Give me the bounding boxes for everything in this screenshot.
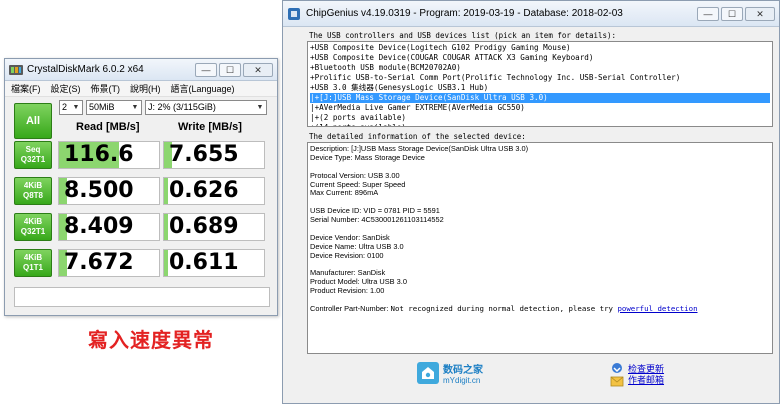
cg-footer: 数码之家 mYdigit.cn 检查更新 作者邮箱 bbox=[307, 357, 773, 397]
test-label-line1: 4KiB bbox=[23, 181, 43, 190]
detail-line: Serial Number: 4C530001261103114552 bbox=[310, 215, 444, 225]
cdm-title-bar[interactable]: CrystalDiskMark 6.0.2 x64 — ☐ ✕ bbox=[5, 59, 277, 81]
device-list[interactable]: +USB Composite Device(Logitech G102 Prod… bbox=[307, 41, 773, 127]
device-list-item[interactable]: +USB 3.0 集线器(GenesysLogic USB3.1 Hub) bbox=[310, 83, 770, 93]
test-label-line2: Q8T8 bbox=[22, 191, 43, 200]
mydigit-brand[interactable]: 数码之家 mYdigit.cn bbox=[417, 361, 483, 385]
menu-file[interactable]: 檔案(F) bbox=[11, 82, 41, 95]
test-label-line2: Q32T1 bbox=[20, 155, 46, 164]
test-label-line1: 4KiB bbox=[23, 253, 43, 262]
menu-language[interactable]: 語言(Language) bbox=[171, 82, 235, 95]
write-value: 7.655 bbox=[169, 142, 239, 167]
test-size-select[interactable]: 50MiB ▼ bbox=[86, 100, 142, 115]
read-result-3: 8.409 bbox=[58, 213, 160, 241]
write-result-3: 0.689 bbox=[163, 213, 265, 241]
cg-maximize-button[interactable]: ☐ bbox=[721, 6, 743, 21]
controller-part-number: Controller Part-Number: Not recognized d… bbox=[310, 304, 770, 314]
detail-line: Product Revision: 1.00 bbox=[310, 286, 385, 296]
write-speed-abnormal-caption: 寫入速度異常 bbox=[88, 330, 214, 352]
read-result-1: 116.6 bbox=[58, 141, 160, 169]
chevron-down-icon: ▼ bbox=[256, 104, 264, 111]
cdm-minimize-button[interactable]: — bbox=[195, 62, 217, 77]
write-value: 0.611 bbox=[169, 250, 239, 275]
update-links: 检查更新 作者邮箱 bbox=[609, 361, 664, 389]
read-result-2: 8.500 bbox=[58, 177, 160, 205]
chevron-down-icon: ▼ bbox=[131, 104, 139, 111]
house-logo-icon bbox=[417, 362, 439, 384]
device-list-header: The USB controllers and USB devices list… bbox=[307, 31, 619, 40]
device-list-item[interactable]: +Prolific USB-to-Serial Comm Port(Prolif… bbox=[310, 73, 770, 83]
write-value: 0.689 bbox=[169, 214, 239, 239]
device-list-item[interactable]: |+(2 ports available) bbox=[310, 113, 770, 123]
read-value: 7.672 bbox=[64, 250, 134, 275]
test-label-line2: Q1T1 bbox=[22, 263, 43, 272]
read-value: 116.6 bbox=[64, 142, 134, 167]
device-list-item[interactable]: |+AVerMedia Live Gamer EXTREME(AVerMedia… bbox=[310, 103, 770, 113]
read-value: 8.409 bbox=[64, 214, 134, 239]
cdm-window-title: CrystalDiskMark 6.0.2 x64 bbox=[27, 64, 144, 75]
test-label-line2: Q32T1 bbox=[20, 227, 46, 236]
author-email-link[interactable]: 作者邮箱 bbox=[628, 375, 664, 386]
detail-line: Device Type: Mass Storage Device bbox=[310, 152, 425, 162]
test-label-line1: Seq bbox=[25, 145, 41, 154]
test-3-button[interactable]: 4KiB Q32T1 bbox=[14, 213, 52, 241]
brand-name: 数码之家 bbox=[443, 365, 483, 376]
device-detail-lines: Description: [J:]USB Mass Storage Device… bbox=[310, 144, 770, 305]
write-value: 0.626 bbox=[169, 178, 239, 203]
write-result-2: 0.626 bbox=[163, 177, 265, 205]
test-label-line1: 4KiB bbox=[23, 217, 43, 226]
detail-line: Max Current: 896mA bbox=[310, 188, 379, 198]
cg-window-title: ChipGenius v4.19.0319 - Program: 2019-03… bbox=[306, 8, 623, 19]
update-mail-icon bbox=[610, 363, 624, 387]
read-header: Read [MB/s] bbox=[76, 121, 140, 133]
detail-line: Current Speed: Super Speed bbox=[310, 179, 406, 189]
detail-line: Device Revision: 0100 bbox=[310, 250, 384, 260]
comment-field[interactable] bbox=[14, 287, 270, 307]
cg-close-button[interactable]: ✕ bbox=[745, 6, 775, 21]
menu-settings[interactable]: 設定(S) bbox=[51, 82, 81, 95]
test-count-select[interactable]: 2 ▼ bbox=[59, 100, 83, 115]
drive-select[interactable]: J: 2% (3/115GiB) ▼ bbox=[145, 100, 267, 115]
write-speed-bar bbox=[164, 250, 168, 276]
detail-header: The detailed information of the selected… bbox=[307, 132, 528, 141]
drive-value: J: 2% (3/115GiB) bbox=[148, 102, 216, 112]
write-header: Write [MB/s] bbox=[178, 121, 242, 133]
read-result-4: 7.672 bbox=[58, 249, 160, 277]
cg-minimize-button[interactable]: — bbox=[697, 6, 719, 21]
device-list-item[interactable]: +Bluetooth USB module(BCM20702A0) bbox=[310, 63, 770, 73]
controller-value: Not recognized during normal detection, … bbox=[390, 304, 618, 314]
write-speed-bar bbox=[164, 214, 168, 240]
device-list-item[interactable]: +USB Composite Device(COUGAR COUGAR ATTA… bbox=[310, 53, 770, 63]
cdm-close-button[interactable]: ✕ bbox=[243, 62, 273, 77]
chevron-down-icon: ▼ bbox=[72, 104, 80, 111]
write-speed-bar bbox=[164, 178, 168, 204]
read-value: 8.500 bbox=[64, 178, 134, 203]
crystaldiskmark-app-icon bbox=[9, 64, 23, 75]
test-size-value: 50MiB bbox=[89, 102, 115, 112]
test-count-value: 2 bbox=[62, 102, 68, 112]
controller-label: Controller Part-Number: bbox=[310, 304, 391, 314]
brand-url: mYdigit.cn bbox=[443, 376, 481, 385]
menu-theme[interactable]: 佈景(T) bbox=[91, 82, 121, 95]
write-result-1: 7.655 bbox=[163, 141, 265, 169]
device-list-item[interactable]: +(14 ports available) bbox=[310, 123, 770, 126]
test-1-button[interactable]: Seq Q32T1 bbox=[14, 141, 52, 169]
test-2-button[interactable]: 4KiB Q8T8 bbox=[14, 177, 52, 205]
cdm-menu-bar: 檔案(F) 設定(S) 佈景(T) 說明(H) 語言(Language) bbox=[5, 81, 277, 97]
cdm-maximize-button[interactable]: ☐ bbox=[219, 62, 241, 77]
all-button[interactable]: All bbox=[14, 103, 52, 139]
cg-title-bar[interactable]: ChipGenius v4.19.0319 - Program: 2019-03… bbox=[283, 1, 779, 27]
device-list-item[interactable]: +USB Composite Device(Logitech G102 Prod… bbox=[310, 43, 770, 53]
test-4-button[interactable]: 4KiB Q1T1 bbox=[14, 249, 52, 277]
write-result-4: 0.611 bbox=[163, 249, 265, 277]
check-update-link[interactable]: 检查更新 bbox=[628, 364, 664, 375]
device-list-item[interactable]: |+[J:]USB Mass Storage Device(SanDisk Ul… bbox=[310, 93, 770, 103]
device-detail-panel: Description: [J:]USB Mass Storage Device… bbox=[307, 142, 773, 354]
chipgenius-app-icon bbox=[288, 7, 300, 20]
powerful-detection-link[interactable]: powerful detection bbox=[617, 304, 697, 313]
menu-help[interactable]: 說明(H) bbox=[130, 82, 161, 95]
chipgenius-window: ChipGenius v4.19.0319 - Program: 2019-03… bbox=[282, 0, 780, 404]
